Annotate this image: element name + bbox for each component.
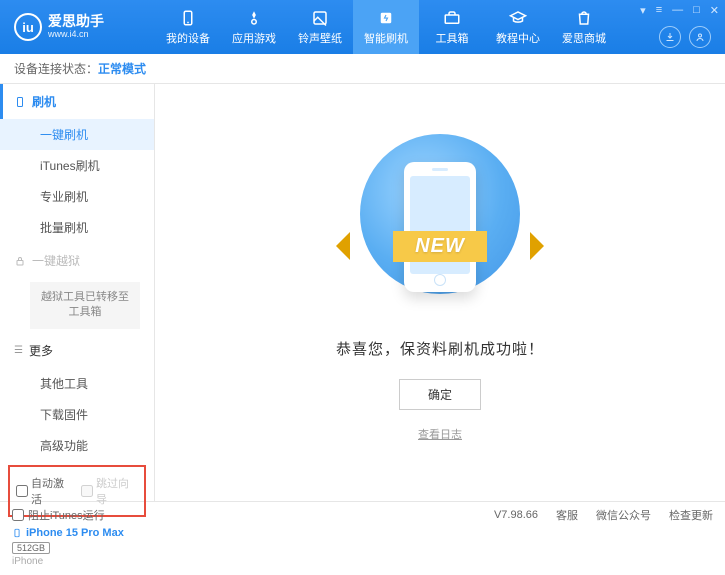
nav-store[interactable]: 爱思商城 — [551, 0, 617, 54]
sidebar-item-advanced[interactable]: 高级功能 — [0, 430, 154, 461]
nav-toolbox[interactable]: 工具箱 — [419, 0, 485, 54]
sidebar-item-pro-flash[interactable]: 专业刷机 — [0, 181, 154, 212]
footer-support[interactable]: 客服 — [556, 507, 578, 523]
success-illustration: NEW — [340, 134, 540, 314]
device-name[interactable]: iPhone 15 Pro Max — [12, 527, 142, 539]
device-info: iPhone 15 Pro Max 512GB iPhone — [0, 521, 154, 575]
status-label: 设备连接状态： — [14, 60, 98, 77]
close-icon[interactable]: ✕ — [710, 4, 719, 17]
main-nav: 我的设备 应用游戏 铃声壁纸 智能刷机 工具箱 教程中心 爱思商城 — [155, 0, 617, 54]
phone-icon — [12, 527, 22, 539]
block-itunes-check[interactable]: 阻止iTunes运行 — [12, 507, 105, 523]
logo-area: iu 爱思助手 www.i4.cn — [0, 13, 155, 41]
minimize-icon[interactable]: — — [672, 4, 683, 17]
chevron-icon: ☰ — [14, 345, 23, 356]
check-skip-setup[interactable]: 跳过向导 — [81, 475, 138, 507]
sidebar-group-jailbreak[interactable]: 一键越狱 — [0, 243, 154, 278]
user-button[interactable] — [689, 26, 711, 48]
sidebar: 刷机 一键刷机 iTunes刷机 专业刷机 批量刷机 一键越狱 越狱工具已转移至… — [0, 84, 155, 501]
device-icon — [179, 9, 197, 27]
nav-apps-games[interactable]: 应用游戏 — [221, 0, 287, 54]
nav-tutorials[interactable]: 教程中心 — [485, 0, 551, 54]
settings-icon[interactable]: ≡ — [656, 4, 662, 17]
app-subtitle: www.i4.cn — [48, 30, 104, 40]
storage-badge: 512GB — [12, 542, 50, 554]
wallpaper-icon — [311, 9, 329, 27]
status-bar: 设备连接状态： 正常模式 — [0, 54, 725, 84]
device-type: iPhone — [12, 556, 142, 567]
app-header: iu 爱思助手 www.i4.cn 我的设备 应用游戏 铃声壁纸 智能刷机 工具… — [0, 0, 725, 54]
main-content: NEW 恭喜您，保资料刷机成功啦！ 确定 查看日志 — [155, 84, 725, 501]
menu-icon[interactable]: ▾ — [640, 4, 646, 17]
app-icon — [245, 9, 263, 27]
new-ribbon: NEW — [393, 231, 487, 262]
ok-button[interactable]: 确定 — [399, 379, 481, 410]
view-log-link[interactable]: 查看日志 — [418, 426, 462, 442]
download-button[interactable] — [659, 26, 681, 48]
app-title: 爱思助手 — [48, 14, 104, 29]
nav-ringtone-wallpaper[interactable]: 铃声壁纸 — [287, 0, 353, 54]
status-value: 正常模式 — [98, 60, 146, 77]
jailbreak-note: 越狱工具已转移至工具箱 — [30, 282, 140, 329]
store-icon — [575, 9, 593, 27]
sidebar-group-flash[interactable]: 刷机 — [0, 84, 154, 119]
lock-icon — [14, 255, 26, 267]
flash-group-icon — [14, 96, 26, 108]
sidebar-item-batch-flash[interactable]: 批量刷机 — [0, 212, 154, 243]
check-auto-activate[interactable]: 自动激活 — [16, 475, 73, 507]
nav-smart-flash[interactable]: 智能刷机 — [353, 0, 419, 54]
sidebar-item-other-tools[interactable]: 其他工具 — [0, 368, 154, 399]
sidebar-group-more[interactable]: ☰ 更多 — [0, 333, 154, 368]
window-controls: ▾ ≡ — □ ✕ — [640, 4, 719, 17]
sidebar-item-itunes-flash[interactable]: iTunes刷机 — [0, 150, 154, 181]
tutorial-icon — [509, 9, 527, 27]
logo-icon: iu — [14, 13, 42, 41]
version-label: V7.98.66 — [494, 509, 538, 521]
footer-update[interactable]: 检查更新 — [669, 507, 713, 523]
flash-icon — [377, 9, 395, 27]
footer-wechat[interactable]: 微信公众号 — [596, 507, 651, 523]
nav-my-device[interactable]: 我的设备 — [155, 0, 221, 54]
toolbox-icon — [443, 9, 461, 27]
sidebar-item-oneclick-flash[interactable]: 一键刷机 — [0, 119, 154, 150]
sidebar-item-download-firmware[interactable]: 下载固件 — [0, 399, 154, 430]
success-message: 恭喜您，保资料刷机成功啦！ — [336, 338, 544, 359]
maximize-icon[interactable]: □ — [693, 4, 700, 17]
